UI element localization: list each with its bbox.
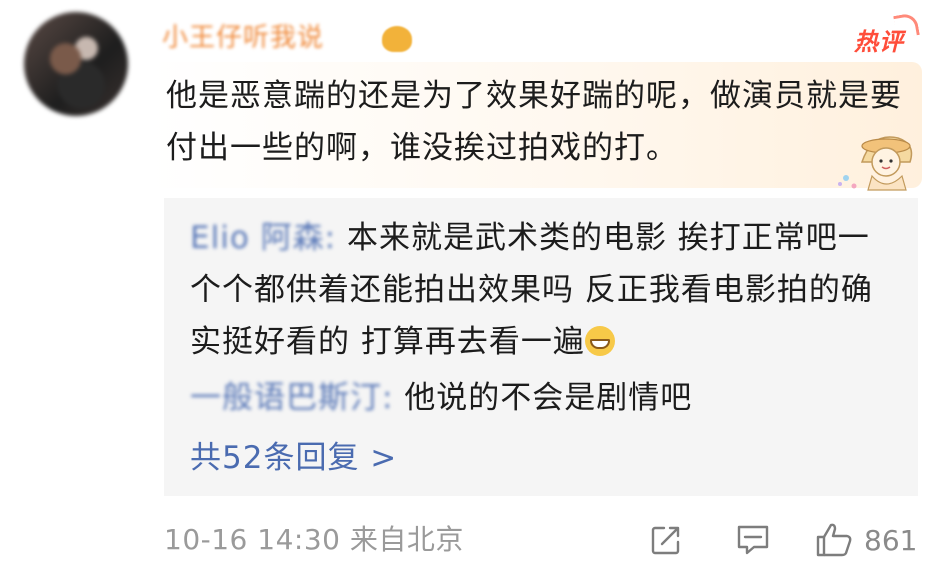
avatar[interactable] bbox=[24, 12, 128, 116]
location: 来自北京 bbox=[349, 523, 464, 556]
reply-username[interactable]: 一般语巴斯汀 bbox=[190, 380, 382, 416]
grin-emoji-icon bbox=[584, 326, 615, 356]
comment-username[interactable]: 小王仔听我说 bbox=[162, 18, 324, 58]
mascot-decoration-icon bbox=[838, 136, 913, 191]
view-more-replies-link[interactable]: 共52条回复 > bbox=[190, 434, 397, 482]
timestamp: 10-16 14:30 bbox=[164, 523, 341, 556]
reply-separator: : bbox=[324, 220, 337, 256]
comment-text: 他是恶意踹的还是为了效果好踹的呢，做演员就是要付出一些的啊，谁没挨过拍戏的打。 bbox=[166, 78, 902, 166]
comment-icon bbox=[737, 525, 769, 555]
like-button[interactable]: 861 bbox=[814, 520, 917, 560]
reply-text: 他说的不会是剧情吧 bbox=[404, 380, 693, 416]
like-count: 861 bbox=[864, 523, 918, 557]
reply-item: Elio 阿森: 本来就是武术类的电影 挨打正常吧一个个都供着还能拍出效果吗 反… bbox=[190, 212, 890, 368]
comment-button[interactable] bbox=[734, 520, 772, 560]
thumbs-up-icon bbox=[816, 523, 852, 557]
hot-comment-badge: 热评 bbox=[854, 22, 904, 57]
share-icon bbox=[651, 526, 680, 555]
reply-separator: : bbox=[382, 380, 394, 416]
reply-item: 一般语巴斯汀: 他说的不会是剧情吧 bbox=[190, 372, 890, 424]
reply-username[interactable]: Elio 阿森 bbox=[190, 220, 325, 256]
share-button[interactable] bbox=[648, 520, 684, 560]
replies-panel: Elio 阿森: 本来就是武术类的电影 挨打正常吧一个个都供着还能拍出效果吗 反… bbox=[164, 198, 918, 496]
vip-badge-icon bbox=[382, 26, 412, 52]
comment-meta: 10-16 14:30 来自北京 bbox=[164, 520, 464, 560]
